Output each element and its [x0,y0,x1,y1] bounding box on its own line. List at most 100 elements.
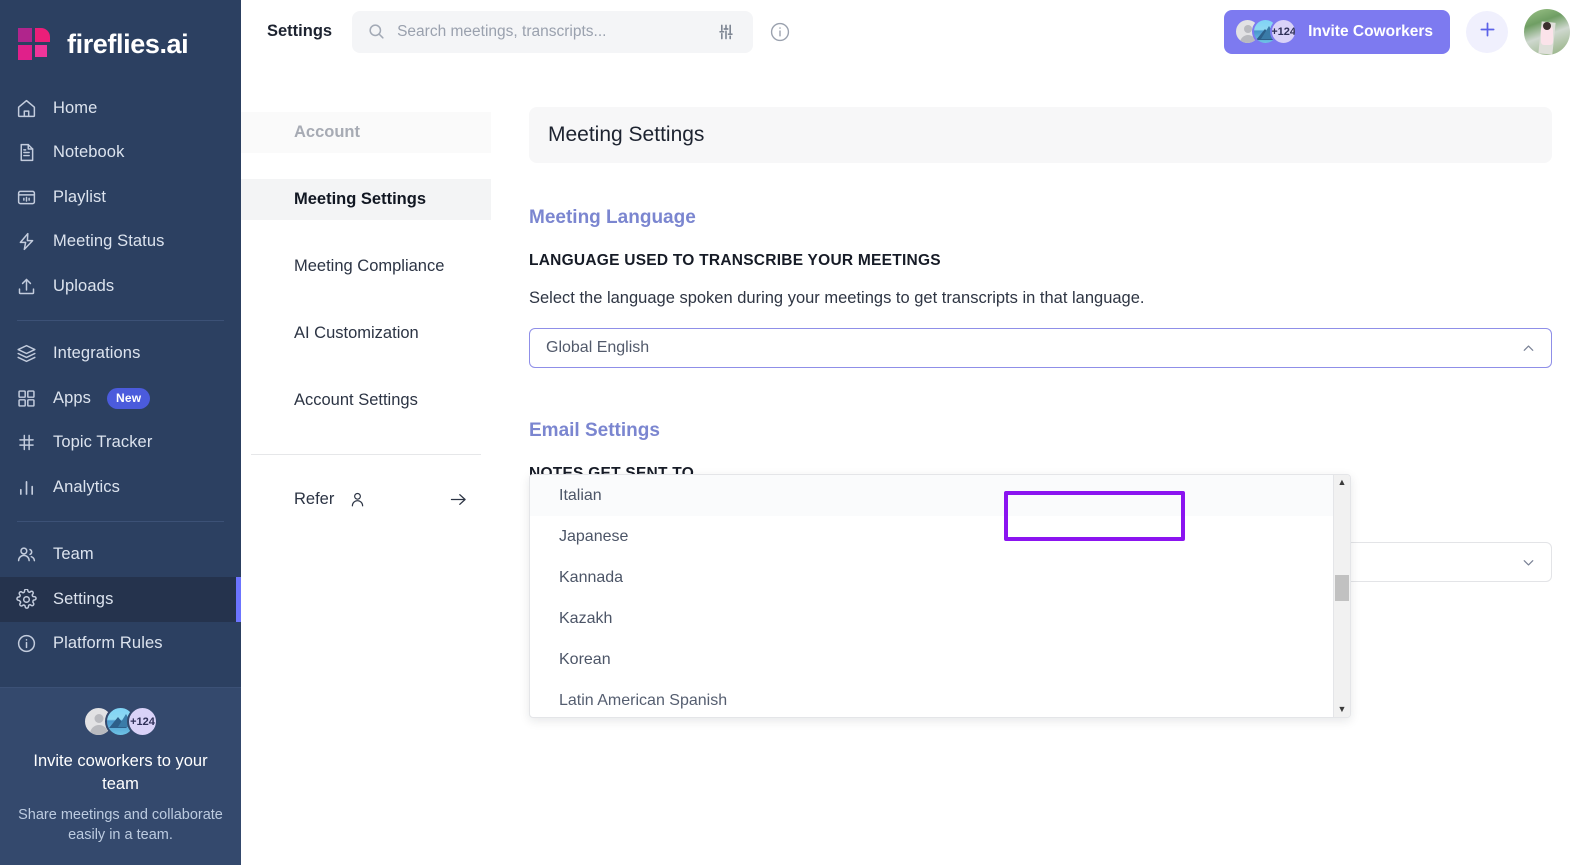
field-description-language: Select the language spoken during your m… [529,289,1145,307]
avatar-image-head [1543,22,1551,31]
sidebar-item-label: Platform Rules [53,634,163,653]
avatar-overflow-count: +124 [1270,18,1298,45]
sidebar-item-settings[interactable]: Settings [0,577,241,622]
brand-logo[interactable]: fireflies.ai [0,0,241,72]
settings-nav-item-label: Account Settings [294,391,418,409]
avatar-stack: +124 [1234,18,1298,45]
apps-new-badge: New [107,387,151,409]
search-bar[interactable] [352,10,754,53]
dropdown-options: Italian Japanese Kannada Kazakh Korean L… [530,475,1333,717]
sidebar-item-home[interactable]: Home [0,86,241,131]
hash-icon [15,432,37,454]
sidebar-item-notebook[interactable]: Notebook [0,131,241,176]
brand-name: fireflies.ai [67,28,189,59]
sliders-icon[interactable] [711,17,741,47]
sidebar-item-topic-tracker[interactable]: Topic Tracker [0,421,241,466]
refer-row[interactable]: Refer [241,489,491,510]
info-circle-icon[interactable] [765,17,795,47]
sidebar-item-meeting-status[interactable]: Meeting Status [0,220,241,265]
section-title-meeting-language: Meeting Language [529,207,696,228]
dropdown-option-korean[interactable]: Korean [530,639,1333,680]
main-content: Meeting Settings Meeting Language LANGUA… [491,63,1586,865]
plus-icon [1477,19,1498,45]
invite-panel-subtitle: Share meetings and collaborate easily in… [18,807,223,843]
refer-label: Refer [294,490,335,508]
app-root: fireflies.ai Home Notebook Playlist Meet… [0,0,1586,865]
sidebar-item-playlist[interactable]: Playlist [0,175,241,220]
settings-nav-item-account-settings[interactable]: Account Settings [241,380,491,421]
search-input[interactable] [397,22,701,41]
people-icon [15,544,37,566]
invite-button-label: Invite Coworkers [1308,22,1433,40]
dropdown-option-italian[interactable]: Italian [530,475,1333,516]
add-button[interactable] [1466,10,1508,53]
language-select-value: Global English [546,339,650,356]
playlist-icon [15,186,37,208]
dropdown-option-label: Japanese [559,527,629,545]
panel-title: Meeting Settings [529,107,1552,163]
sidebar-item-label: Team [53,545,94,564]
arrow-right-icon [448,489,469,510]
body-area: Account Meeting Settings Meeting Complia… [241,63,1586,865]
sidebar-item-apps[interactable]: Apps New [0,376,241,421]
settings-nav-item-label: Meeting Settings [294,190,427,208]
dropdown-option-latin-american-spanish[interactable]: Latin American Spanish [530,680,1333,717]
section-title-email-settings: Email Settings [529,420,660,441]
settings-nav-item-label: Meeting Compliance [294,257,445,275]
bolt-icon [15,231,37,253]
settings-nav-item-meeting-compliance[interactable]: Meeting Compliance [241,246,491,287]
settings-nav-item-label: AI Customization [294,324,419,342]
layers-icon [15,343,37,365]
chevron-up-icon [1520,340,1537,357]
gear-icon [15,588,37,610]
scrollbar-thumb[interactable] [1335,575,1349,601]
sidebar-divider [17,319,224,321]
scroll-up-arrow-icon[interactable]: ▲ [1338,475,1347,490]
sidebar-item-label: Meeting Status [53,232,165,251]
dropdown-scrollbar[interactable]: ▲ ▼ [1333,475,1350,717]
bar-chart-icon [15,476,37,498]
sidebar-item-uploads[interactable]: Uploads [0,264,241,309]
dropdown-option-japanese[interactable]: Japanese [530,516,1333,557]
info-circle-icon [15,633,37,655]
nav-primary: Home Notebook Playlist Meeting Status Up… [0,72,241,666]
top-bar: Settings +124 Invite [241,0,1586,63]
dropdown-option-label: Kazakh [559,609,613,627]
sidebar-item-label: Home [53,98,98,117]
meeting-language-section: Meeting Language LANGUAGE USED TO TRANSC… [529,207,1552,368]
dropdown-option-kannada[interactable]: Kannada [530,557,1333,598]
settings-nav-item-ai-customization[interactable]: AI Customization [241,313,491,354]
sidebar-item-integrations[interactable]: Integrations [0,332,241,377]
avatar-stack: +124 [16,706,225,737]
person-icon [348,490,367,509]
settings-nav: Account Meeting Settings Meeting Complia… [241,63,491,865]
settings-nav-item-meeting-settings[interactable]: Meeting Settings [241,179,491,220]
settings-nav-group-header: Account [241,112,491,153]
sidebar-item-label: Analytics [53,477,120,496]
dropdown-option-label: Italian [559,486,602,504]
field-label-language: LANGUAGE USED TO TRANSCRIBE YOUR MEETING… [529,252,941,269]
scroll-down-arrow-icon[interactable]: ▼ [1338,702,1347,717]
sidebar-invite-panel[interactable]: +124 Invite coworkers to your team Share… [0,687,241,865]
sidebar-item-platform-rules[interactable]: Platform Rules [0,622,241,667]
sidebar-item-team[interactable]: Team [0,533,241,578]
right-pane: Settings +124 Invite [241,0,1586,865]
search-icon [366,22,386,42]
upload-icon [15,275,37,297]
home-icon [15,97,37,119]
avatar-overflow-count: +124 [127,706,158,737]
language-select[interactable]: Global English [529,328,1552,368]
notebook-icon [15,142,37,164]
invite-coworkers-button[interactable]: +124 Invite Coworkers [1224,9,1450,54]
sidebar-item-label: Uploads [53,276,115,295]
fireflies-logo-icon [14,24,54,64]
sidebar-item-analytics[interactable]: Analytics [0,465,241,510]
dropdown-option-label: Korean [559,650,611,668]
language-dropdown-list[interactable]: Italian Japanese Kannada Kazakh Korean L… [529,474,1351,718]
dropdown-option-kazakh[interactable]: Kazakh [530,598,1333,639]
sidebar-item-label: Apps [53,388,92,407]
user-avatar[interactable] [1524,8,1570,55]
sidebar-item-label: Settings [53,589,114,608]
sidebar-item-label: Integrations [53,344,141,363]
page-title: Settings [267,22,333,40]
